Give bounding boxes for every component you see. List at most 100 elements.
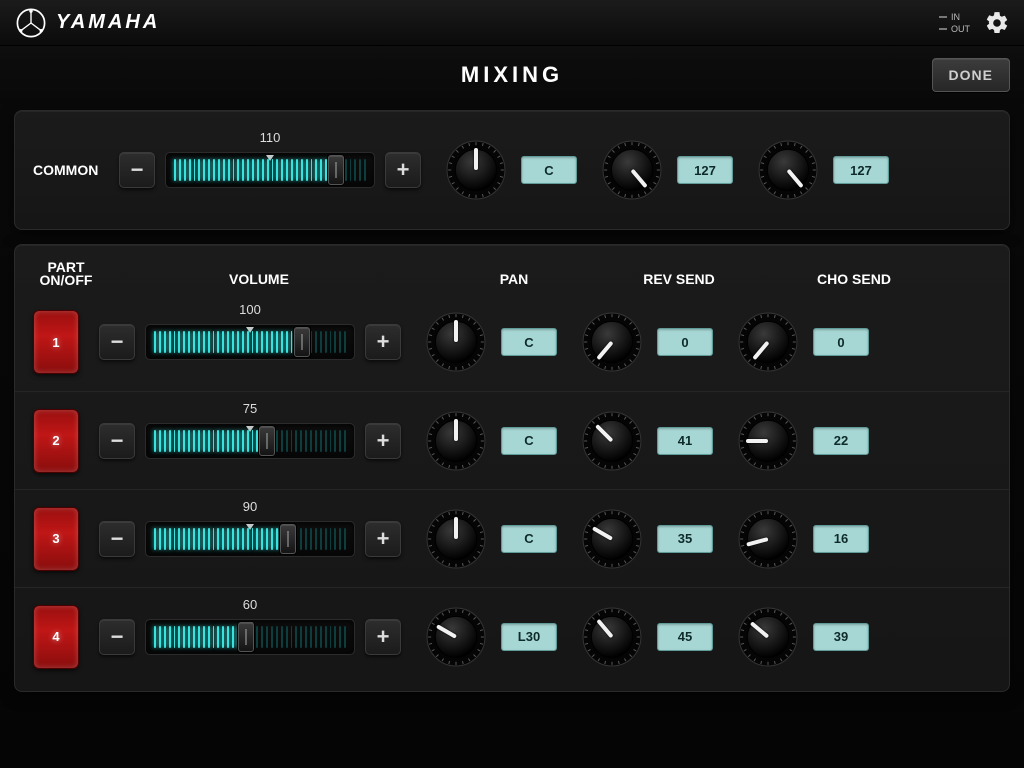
part-pan-knob[interactable] <box>425 508 487 570</box>
common-cho-knob[interactable] <box>757 139 819 201</box>
part-pan-value: C <box>501 328 557 356</box>
gear-icon[interactable] <box>984 10 1010 36</box>
part-volume-plus[interactable]: + <box>365 521 401 557</box>
part-number: 3 <box>52 531 59 546</box>
done-button[interactable]: DONE <box>932 58 1010 92</box>
part-pan-value: L30 <box>501 623 557 651</box>
part-volume-plus[interactable]: + <box>365 619 401 655</box>
column-headers: PART ON/OFF VOLUME PAN REV SEND CHO SEND <box>15 245 1009 293</box>
part-cho-knob[interactable] <box>737 410 799 472</box>
common-volume-readout: 110 <box>165 130 375 145</box>
header-part: PART ON/OFF <box>33 261 99 287</box>
part-cho-cell: 22 <box>737 410 869 472</box>
part-row: 1 − 100 + C <box>15 293 1009 391</box>
common-pan-cell: C <box>445 139 577 201</box>
io-out-label: OUT <box>951 24 970 34</box>
part-volume-slider[interactable] <box>145 423 355 459</box>
part-volume-readout: 60 <box>145 597 355 612</box>
part-pan-cell: C <box>425 508 557 570</box>
part-toggle[interactable]: 2 <box>33 409 79 473</box>
common-panel: COMMON − 110 + C <box>14 110 1010 230</box>
part-volume-block: − 100 + <box>99 324 401 360</box>
part-pan-cell: L30 <box>425 606 557 668</box>
part-volume-minus[interactable]: − <box>99 324 135 360</box>
part-rev-knob[interactable] <box>581 311 643 373</box>
part-number: 2 <box>52 433 59 448</box>
part-volume-slider[interactable] <box>145 324 355 360</box>
part-number: 4 <box>52 629 59 644</box>
header-pan: PAN <box>439 271 589 287</box>
part-cho-knob[interactable] <box>737 311 799 373</box>
part-rev-cell: 45 <box>581 606 713 668</box>
part-volume-readout: 75 <box>145 401 355 416</box>
part-rev-knob[interactable] <box>581 606 643 668</box>
common-label: COMMON <box>33 162 119 178</box>
common-rev-cell: 127 <box>601 139 733 201</box>
part-volume-block: − 75 + <box>99 423 401 459</box>
part-volume-block: − 90 + <box>99 521 401 557</box>
part-volume-minus[interactable]: − <box>99 619 135 655</box>
common-rev-knob[interactable] <box>601 139 663 201</box>
common-volume-plus[interactable]: + <box>385 152 421 188</box>
part-pan-value: C <box>501 525 557 553</box>
part-pan-cell: C <box>425 311 557 373</box>
part-cho-cell: 0 <box>737 311 869 373</box>
part-cho-value: 39 <box>813 623 869 651</box>
parts-panel: PART ON/OFF VOLUME PAN REV SEND CHO SEND… <box>14 244 1010 692</box>
part-cho-knob[interactable] <box>737 508 799 570</box>
part-pan-knob[interactable] <box>425 410 487 472</box>
part-pan-knob[interactable] <box>425 606 487 668</box>
part-volume-block: − 60 + <box>99 619 401 655</box>
common-row: COMMON − 110 + C <box>15 121 1009 219</box>
part-volume-slider[interactable] <box>145 619 355 655</box>
part-number: 1 <box>52 335 59 350</box>
part-volume-minus[interactable]: − <box>99 423 135 459</box>
parts-container: 1 − 100 + C <box>15 293 1009 685</box>
common-volume-block: − 110 + <box>119 152 421 188</box>
common-cho-value: 127 <box>833 156 889 184</box>
part-rev-value: 45 <box>657 623 713 651</box>
common-volume-minus[interactable]: − <box>119 152 155 188</box>
part-volume-plus[interactable]: + <box>365 423 401 459</box>
part-cho-value: 16 <box>813 525 869 553</box>
part-cho-value: 0 <box>813 328 869 356</box>
part-rev-knob[interactable] <box>581 410 643 472</box>
part-rev-value: 41 <box>657 427 713 455</box>
midi-io-indicator: IN OUT <box>939 12 970 34</box>
titlebar: MIXING DONE <box>0 46 1024 104</box>
header-right: IN OUT <box>939 10 1010 36</box>
header-volume: VOLUME <box>109 271 409 287</box>
part-toggle[interactable]: 1 <box>33 310 79 374</box>
part-volume-readout: 100 <box>145 302 355 317</box>
page-title: MIXING <box>461 62 563 88</box>
part-row: 2 − 75 + C <box>15 391 1009 489</box>
part-row: 4 − 60 + L30 <box>15 587 1009 685</box>
part-rev-value: 0 <box>657 328 713 356</box>
common-pan-value: C <box>521 156 577 184</box>
part-cho-value: 22 <box>813 427 869 455</box>
common-pan-knob[interactable] <box>445 139 507 201</box>
common-rev-value: 127 <box>677 156 733 184</box>
part-pan-cell: C <box>425 410 557 472</box>
part-rev-cell: 41 <box>581 410 713 472</box>
app-root: { "brand": "YAMAHA", "header": { "io_in"… <box>0 0 1024 768</box>
part-volume-minus[interactable]: − <box>99 521 135 557</box>
part-cho-knob[interactable] <box>737 606 799 668</box>
part-toggle[interactable]: 4 <box>33 605 79 669</box>
part-volume-slider[interactable] <box>145 521 355 557</box>
part-pan-knob[interactable] <box>425 311 487 373</box>
header-rev: REV SEND <box>594 271 764 287</box>
part-volume-plus[interactable]: + <box>365 324 401 360</box>
common-volume-slider[interactable] <box>165 152 375 188</box>
brand-name: YAMAHA <box>56 11 160 34</box>
part-toggle[interactable]: 3 <box>33 507 79 571</box>
part-rev-value: 35 <box>657 525 713 553</box>
part-cho-cell: 16 <box>737 508 869 570</box>
io-in-label: IN <box>951 12 960 22</box>
part-pan-value: C <box>501 427 557 455</box>
part-rev-cell: 35 <box>581 508 713 570</box>
part-rev-knob[interactable] <box>581 508 643 570</box>
yamaha-logo-icon <box>14 6 48 40</box>
part-cho-cell: 39 <box>737 606 869 668</box>
part-row: 3 − 90 + C <box>15 489 1009 587</box>
